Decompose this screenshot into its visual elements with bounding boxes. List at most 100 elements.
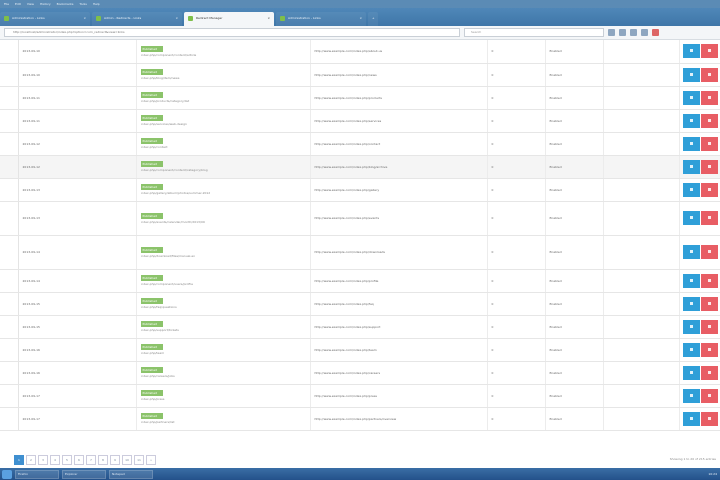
url-bar[interactable]: http://localhost/administrator/index.php… [4, 28, 460, 37]
old-url-link[interactable]: index.php/team [141, 351, 306, 355]
page-link[interactable]: 7 [86, 455, 96, 465]
old-url-link[interactable]: index.php/support/tickets [141, 328, 306, 332]
page-link[interactable]: 1 [14, 455, 24, 465]
page-link[interactable]: 5 [62, 455, 72, 465]
edit-button[interactable] [682, 245, 700, 259]
edit-button[interactable] [682, 182, 700, 197]
delete-button[interactable] [700, 245, 718, 259]
taskbar-item[interactable]: Firefox [15, 469, 59, 479]
page-link[interactable]: 10 [122, 455, 132, 465]
page-link[interactable]: 2 [26, 455, 36, 465]
edit-button[interactable] [682, 319, 700, 334]
row-checkbox-cell[interactable] [0, 155, 19, 179]
old-url-link[interactable]: index.php/component/content/category/blo… [141, 168, 306, 172]
page-link[interactable]: 3 [38, 455, 48, 465]
row-checkbox-cell[interactable] [0, 40, 19, 64]
start-button[interactable] [2, 469, 12, 479]
edit-button[interactable] [682, 67, 700, 82]
delete-button[interactable] [700, 365, 718, 380]
menu-item[interactable]: File [4, 2, 9, 6]
edit-button[interactable] [682, 211, 700, 225]
delete-button[interactable] [700, 67, 718, 82]
row-checkbox-cell[interactable] [0, 235, 19, 270]
close-icon[interactable]: × [267, 16, 270, 20]
edit-button[interactable] [682, 90, 700, 105]
page-link[interactable]: 11 [134, 455, 144, 465]
edit-button[interactable] [682, 388, 700, 403]
edit-button[interactable] [682, 44, 700, 59]
edit-button[interactable] [682, 273, 700, 288]
row-checkbox-cell[interactable] [0, 132, 19, 156]
old-url-link[interactable]: index.php/press [141, 397, 306, 401]
delete-button[interactable] [700, 159, 718, 174]
page-link[interactable]: 6 [74, 455, 84, 465]
delete-button[interactable] [700, 342, 718, 357]
row-checkbox-cell[interactable] [0, 384, 19, 408]
menu-item[interactable]: Tools [79, 2, 86, 6]
browser-tab[interactable]: Admin - Redirects - Links × [92, 12, 182, 26]
delete-button[interactable] [700, 388, 718, 403]
old-url-link[interactable]: index.php/contact [141, 145, 306, 149]
edit-button[interactable] [682, 411, 700, 426]
row-checkbox-cell[interactable] [0, 338, 19, 362]
row-checkbox-cell[interactable] [0, 63, 19, 87]
menu-item[interactable]: Bookmarks [57, 2, 74, 6]
row-checkbox-cell[interactable] [0, 109, 19, 133]
row-checkbox-cell[interactable] [0, 407, 19, 431]
browser-tab[interactable]: Administration - Links × [0, 12, 90, 26]
old-url-link[interactable]: index.php/gallery/album/photos/summer-20… [141, 191, 306, 195]
new-tab-button[interactable]: + [368, 12, 378, 26]
delete-button[interactable] [700, 136, 718, 151]
old-url-link[interactable]: index.php/blog/item/news [141, 76, 306, 80]
close-icon[interactable]: × [359, 16, 362, 20]
menu-item[interactable]: View [27, 2, 34, 6]
taskbar-item[interactable]: Explorer [62, 469, 106, 479]
old-url-link[interactable]: index.php/component/content/article [141, 53, 306, 57]
addon-icon[interactable] [652, 29, 659, 36]
row-checkbox-cell[interactable] [0, 178, 19, 202]
bookmark-icon[interactable] [619, 29, 626, 36]
download-icon[interactable] [608, 29, 615, 36]
menu-item[interactable]: History [40, 2, 51, 6]
browser-tab[interactable]: Administration - Links × [276, 12, 366, 26]
row-checkbox-cell[interactable] [0, 86, 19, 110]
page-link[interactable]: 4 [50, 455, 60, 465]
close-icon[interactable]: × [175, 16, 178, 20]
old-url-link[interactable]: index.php/services/web-design [141, 122, 306, 126]
search-box[interactable]: Search [464, 28, 604, 37]
delete-button[interactable] [700, 182, 718, 197]
page-link[interactable]: 8 [98, 455, 108, 465]
edit-button[interactable] [682, 113, 700, 128]
row-checkbox-cell[interactable] [0, 269, 19, 293]
old-url-link[interactable]: index.php/careers/jobs [141, 374, 306, 378]
delete-button[interactable] [700, 411, 718, 426]
delete-button[interactable] [700, 273, 718, 288]
delete-button[interactable] [700, 211, 718, 225]
old-url-link[interactable]: index.php/component/users/profile [141, 282, 306, 286]
old-url-link[interactable]: index.php/download/files/manual-en [141, 254, 306, 258]
edit-button[interactable] [682, 296, 700, 311]
delete-button[interactable] [700, 44, 718, 59]
page-link[interactable]: » [146, 455, 156, 465]
row-checkbox-cell[interactable] [0, 201, 19, 236]
delete-button[interactable] [700, 296, 718, 311]
row-checkbox-cell[interactable] [0, 315, 19, 339]
home-icon[interactable] [630, 29, 637, 36]
edit-button[interactable] [682, 365, 700, 380]
browser-tab[interactable]: Redirect Manager × [184, 12, 274, 26]
old-url-link[interactable]: index.php/events/calendar/month/2013/09 [141, 220, 306, 224]
taskbar-item[interactable]: Notepad [109, 469, 153, 479]
row-checkbox-cell[interactable] [0, 361, 19, 385]
page-link[interactable]: 9 [110, 455, 120, 465]
delete-button[interactable] [700, 319, 718, 334]
row-checkbox-cell[interactable] [0, 292, 19, 316]
edit-button[interactable] [682, 342, 700, 357]
delete-button[interactable] [700, 113, 718, 128]
menu-icon[interactable] [641, 29, 648, 36]
close-icon[interactable]: × [83, 16, 86, 20]
edit-button[interactable] [682, 159, 700, 174]
edit-button[interactable] [682, 136, 700, 151]
menu-item[interactable]: Edit [15, 2, 21, 6]
old-url-link[interactable]: index.php/products/category/list [141, 99, 306, 103]
menu-item[interactable]: Help [93, 2, 100, 6]
